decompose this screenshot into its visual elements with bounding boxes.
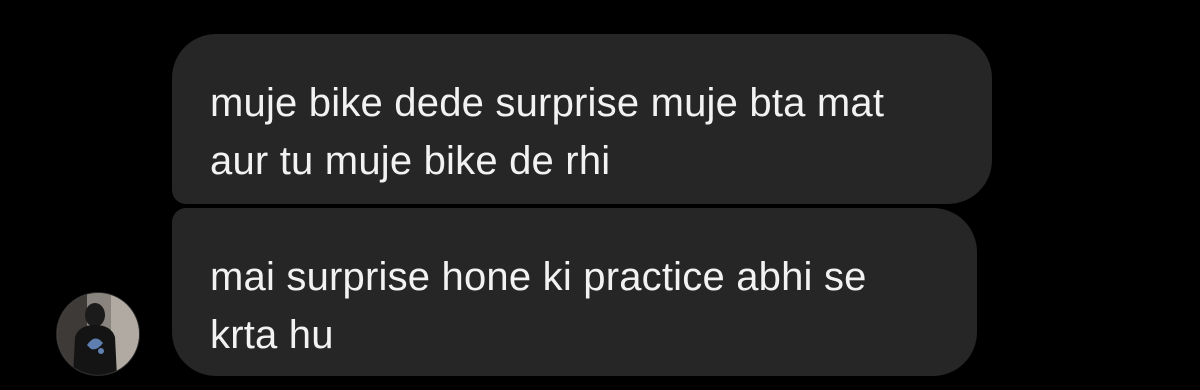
chat-thread: muje bike dede surprise muje bta mat aur… [0,0,1200,390]
received-message-bubble[interactable]: muje bike dede surprise muje bta mat aur… [172,34,992,204]
received-message-bubble[interactable]: mai surprise hone ki practice abhi se kr… [172,208,977,376]
message-text-line: aur tu muje bike de rhi [210,139,611,183]
message-text-line: krta hu [210,313,334,357]
message-text-line: mai surprise hone ki practice abhi se [210,255,867,299]
profile-photo-avatar-icon [57,293,139,375]
message-text-line: muje bike dede surprise muje bta mat [210,81,885,125]
sender-avatar[interactable] [56,292,140,376]
